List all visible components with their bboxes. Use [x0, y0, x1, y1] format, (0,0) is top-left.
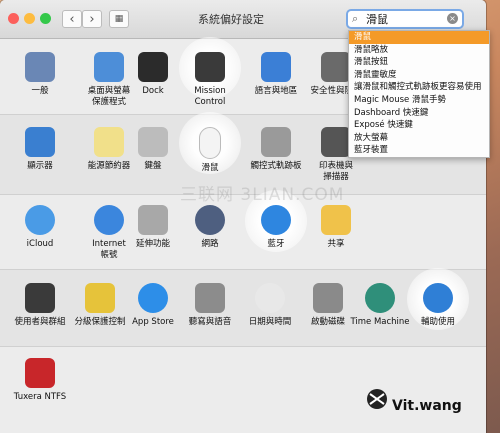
signature-text: Vit.wang	[392, 398, 462, 414]
pane-label: Mission Control	[194, 86, 226, 107]
search-suggestion-item[interactable]: Magic Mouse 滑鼠手勢	[349, 94, 489, 107]
startup-disk-icon	[313, 283, 343, 313]
users-groups-icon	[25, 283, 55, 313]
pane-bluetooth[interactable]: 藍牙	[244, 205, 308, 250]
pane-language-region[interactable]: 語言與地區	[244, 52, 308, 97]
pane-icloud[interactable]: iCloud	[8, 205, 72, 250]
pane-general[interactable]: 一般	[8, 52, 72, 97]
displays-icon	[25, 127, 55, 157]
pane-row-3	[0, 195, 486, 269]
energy-saver-icon	[94, 127, 124, 157]
pane-label: 日期與時間	[248, 317, 292, 327]
pane-label: Dock	[142, 86, 164, 96]
internet-accounts-icon	[94, 205, 124, 235]
tuxera-ntfs-icon	[25, 358, 55, 388]
search-suggestion-item[interactable]: 放大螢幕	[349, 132, 489, 145]
forward-button[interactable]: ›	[82, 10, 102, 28]
network-icon	[195, 205, 225, 235]
pane-mouse[interactable]: 滑鼠	[178, 127, 242, 174]
pane-time-machine[interactable]: Time Machine	[348, 283, 412, 328]
pane-label: 顯示器	[27, 161, 53, 171]
show-all-grid-button[interactable]: ▦	[109, 10, 129, 28]
printer-icon	[321, 127, 351, 157]
pane-sharing[interactable]: 共享	[304, 205, 368, 250]
search-icon: ⌕	[352, 12, 359, 25]
search-field[interactable]: ⌕ ×	[346, 9, 464, 29]
search-suggestion-item[interactable]: 藍牙裝置	[349, 144, 489, 157]
accessibility-icon	[423, 283, 453, 313]
search-suggestion-item[interactable]: 滑鼠靈敏度	[349, 69, 489, 82]
search-suggestion-item[interactable]: Dashboard 快速鍵	[349, 107, 489, 120]
extensions-icon	[138, 205, 168, 235]
dictation-speech-icon	[195, 283, 225, 313]
search-suggestion-item[interactable]: 滑鼠略放	[349, 44, 489, 57]
mission-control-icon	[195, 52, 225, 82]
pane-extensions[interactable]: 延伸功能	[121, 205, 185, 250]
pane-accessibility[interactable]: 輔助使用	[406, 283, 470, 328]
row-divider	[0, 269, 486, 270]
pane-label: iCloud	[26, 239, 54, 249]
pane-label: Time Machine	[350, 317, 410, 327]
pane-date-time[interactable]: 日期與時間	[238, 283, 302, 328]
pane-users-groups[interactable]: 使用者與群組	[8, 283, 72, 328]
pane-tuxera-ntfs[interactable]: Tuxera NTFS	[8, 358, 72, 403]
desktop-screensaver-icon	[94, 52, 124, 82]
trackpad-icon	[261, 127, 291, 157]
pane-label: 延伸功能	[135, 239, 170, 249]
pane-label: 語言與地區	[254, 86, 298, 96]
general-icon	[25, 52, 55, 82]
grid-icon: ▦	[114, 14, 124, 24]
pane-label: 使用者與群組	[14, 317, 66, 327]
search-suggestions-menu: 滑鼠 滑鼠略放 滑鼠按鈕 滑鼠靈敏度 讓滑鼠和觸控式軌跡板更容易使用 Magic Mous…	[348, 30, 490, 158]
time-machine-icon	[365, 283, 395, 313]
pane-trackpad[interactable]: 觸控式軌跡板	[244, 127, 308, 172]
pane-label: Tuxera NTFS	[13, 392, 67, 402]
pane-label: 鍵盤	[144, 161, 162, 171]
search-suggestion-item[interactable]: 滑鼠按鈕	[349, 56, 489, 69]
mouse-icon	[199, 127, 221, 159]
search-suggestion-item[interactable]: 滑鼠	[349, 31, 489, 44]
row-divider	[0, 346, 486, 347]
dock-icon	[138, 52, 168, 82]
search-input[interactable]	[366, 11, 440, 27]
parental-controls-icon	[85, 283, 115, 313]
keyboard-icon	[138, 127, 168, 157]
minimize-button[interactable]	[24, 13, 35, 24]
pane-network[interactable]: 網路	[178, 205, 242, 250]
signature-logo-icon	[366, 388, 388, 410]
zoom-button[interactable]	[40, 13, 51, 24]
security-icon	[321, 52, 351, 82]
pane-dictation-speech[interactable]: 聽寫與語音	[178, 283, 242, 328]
pane-label: 藍牙	[267, 239, 285, 249]
watermark-text: 三联网 3LIAN.COM	[180, 185, 345, 205]
pane-label: 共享	[327, 239, 345, 249]
pane-label: 聽寫與語音	[188, 317, 232, 327]
back-button[interactable]: ‹	[62, 10, 82, 28]
clear-search-icon[interactable]: ×	[447, 13, 458, 24]
pane-label: 觸控式軌跡板	[250, 161, 302, 171]
close-button[interactable]	[8, 13, 19, 24]
date-time-icon	[255, 283, 285, 313]
pane-label: 一般	[31, 86, 49, 96]
app-store-icon	[138, 283, 168, 313]
language-region-icon	[261, 52, 291, 82]
pane-label: 滑鼠	[201, 163, 219, 173]
pane-label: App Store	[132, 317, 174, 327]
pane-dock[interactable]: Dock	[121, 52, 185, 97]
search-suggestion-item[interactable]: Exposé 快速鍵	[349, 119, 489, 132]
pane-row-5	[0, 347, 486, 433]
sharing-icon	[321, 205, 351, 235]
pane-keyboard[interactable]: 鍵盤	[121, 127, 185, 172]
window-title: 系統偏好設定	[198, 13, 264, 26]
pane-app-store[interactable]: App Store	[121, 283, 185, 328]
pane-label: 網路	[201, 239, 219, 249]
icloud-icon	[25, 205, 55, 235]
pane-displays[interactable]: 顯示器	[8, 127, 72, 172]
bluetooth-icon	[261, 205, 291, 235]
pane-label: 輔助使用	[420, 317, 455, 327]
pane-mission-control[interactable]: Mission Control	[178, 52, 242, 108]
search-suggestion-item[interactable]: 讓滑鼠和觸控式軌跡板更容易使用	[349, 81, 489, 94]
